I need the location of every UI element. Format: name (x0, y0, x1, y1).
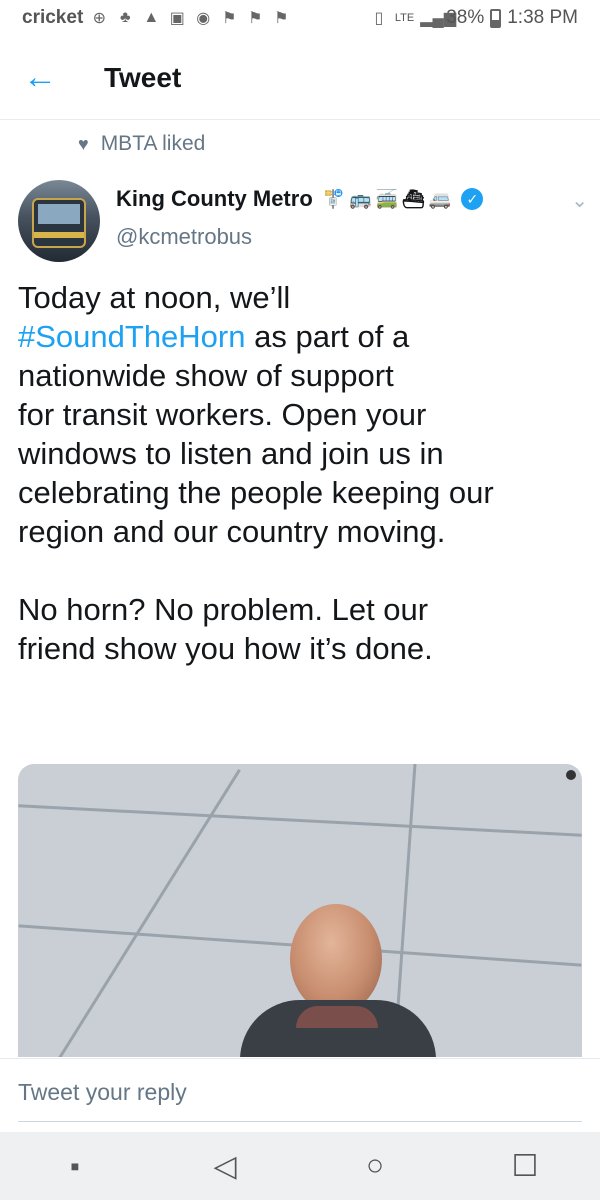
recents-dot-icon[interactable]: ■ (45, 1136, 105, 1196)
author-emojis: 🚏 🚌 🚎 ⛴ 🚐 (323, 188, 452, 210)
trolleybus-icon: 🚎 (375, 189, 399, 209)
social-context-label: MBTA liked (100, 132, 206, 155)
author-handle[interactable]: @kcmetrobus (116, 224, 252, 250)
hashtag-link[interactable]: #SoundTheHorn (18, 319, 246, 354)
carrier-name: cricket (22, 7, 84, 28)
tweet-text: Today at noon, we’ll #SoundTheHorn as pa… (18, 278, 588, 668)
author-name: King County Metro (116, 186, 313, 211)
alert-icon: ▲ (143, 9, 160, 26)
heart-icon: ♥ (78, 133, 89, 154)
author-name-row[interactable]: King County Metro 🚏 🚌 🚎 ⛴ 🚐 ✓ (116, 186, 484, 212)
plus-circle-icon: ⊕ (92, 10, 106, 27)
tree-icon: ♣ (120, 9, 131, 26)
flag-icon: ⚑ (274, 10, 289, 27)
avatar-bus-stripe (34, 232, 84, 238)
signal-icon: ▂▄▆ (420, 10, 457, 27)
reply-input[interactable]: Tweet your reply (18, 1079, 187, 1106)
status-bar: cricket ⊕ ♣ ▲ ▣ ◉ ⚑ ⚑ ⚑ ▯ LTE ▂▄▆ 38% 1:… (0, 0, 600, 36)
tweet-text-part-2: as part of a nationwide show of support … (18, 319, 494, 666)
network-type: LTE (394, 11, 415, 24)
clock: 1:38 PM (507, 7, 578, 28)
avatar-bus-window (38, 204, 80, 224)
battery-percent: 38% (446, 7, 485, 28)
vibrate-icon: ▯ (374, 10, 384, 27)
flag-icon: ⚑ (248, 10, 263, 27)
app-bar: ← Tweet (0, 36, 600, 120)
social-context: ♥ MBTA liked (78, 132, 205, 156)
arrow-left-icon: ← (23, 58, 57, 96)
verified-badge-icon: ✓ (461, 188, 484, 210)
tweet-text-part-1: Today at noon, we’ll (18, 280, 291, 315)
tweet-author: King County Metro 🚏 🚌 🚎 ⛴ 🚐 ✓ @kcmetrobu… (18, 180, 588, 262)
chrome-icon: ◉ (196, 10, 211, 27)
tweet-media[interactable] (18, 764, 582, 1057)
media-corner-dot (566, 770, 576, 780)
floor-tile-line (18, 804, 582, 837)
status-right: ▯ LTE ▂▄▆ 38% 1:38 PM (369, 7, 578, 29)
bus-icon: 🚌 (349, 189, 372, 209)
reply-bar: Tweet your reply (0, 1058, 600, 1132)
child-head (290, 904, 382, 1014)
status-left: cricket ⊕ ♣ ▲ ▣ ◉ ⚑ ⚑ ⚑ (22, 7, 291, 29)
minibus-icon: 🚐 (428, 189, 452, 209)
bus-stop-icon: 🚏 (322, 189, 346, 209)
battery-icon (490, 8, 502, 28)
avatar[interactable] (18, 180, 100, 262)
page-title: Tweet (104, 61, 182, 93)
overview-square-icon[interactable]: ☐ (495, 1136, 555, 1196)
reply-underline (18, 1121, 582, 1122)
flag-icon: ⚑ (222, 10, 237, 27)
child-collar (296, 1006, 378, 1028)
back-button[interactable]: ← (0, 36, 80, 120)
system-nav-bar: ■ ◁ ○ ☐ (0, 1132, 600, 1200)
home-circle-icon[interactable]: ○ (345, 1136, 405, 1196)
ferry-icon: ⛴ (402, 189, 425, 209)
back-triangle-icon[interactable]: ◁ (195, 1136, 255, 1196)
image-icon: ▣ (169, 10, 185, 27)
chevron-down-icon[interactable]: ⌄ (571, 188, 588, 213)
